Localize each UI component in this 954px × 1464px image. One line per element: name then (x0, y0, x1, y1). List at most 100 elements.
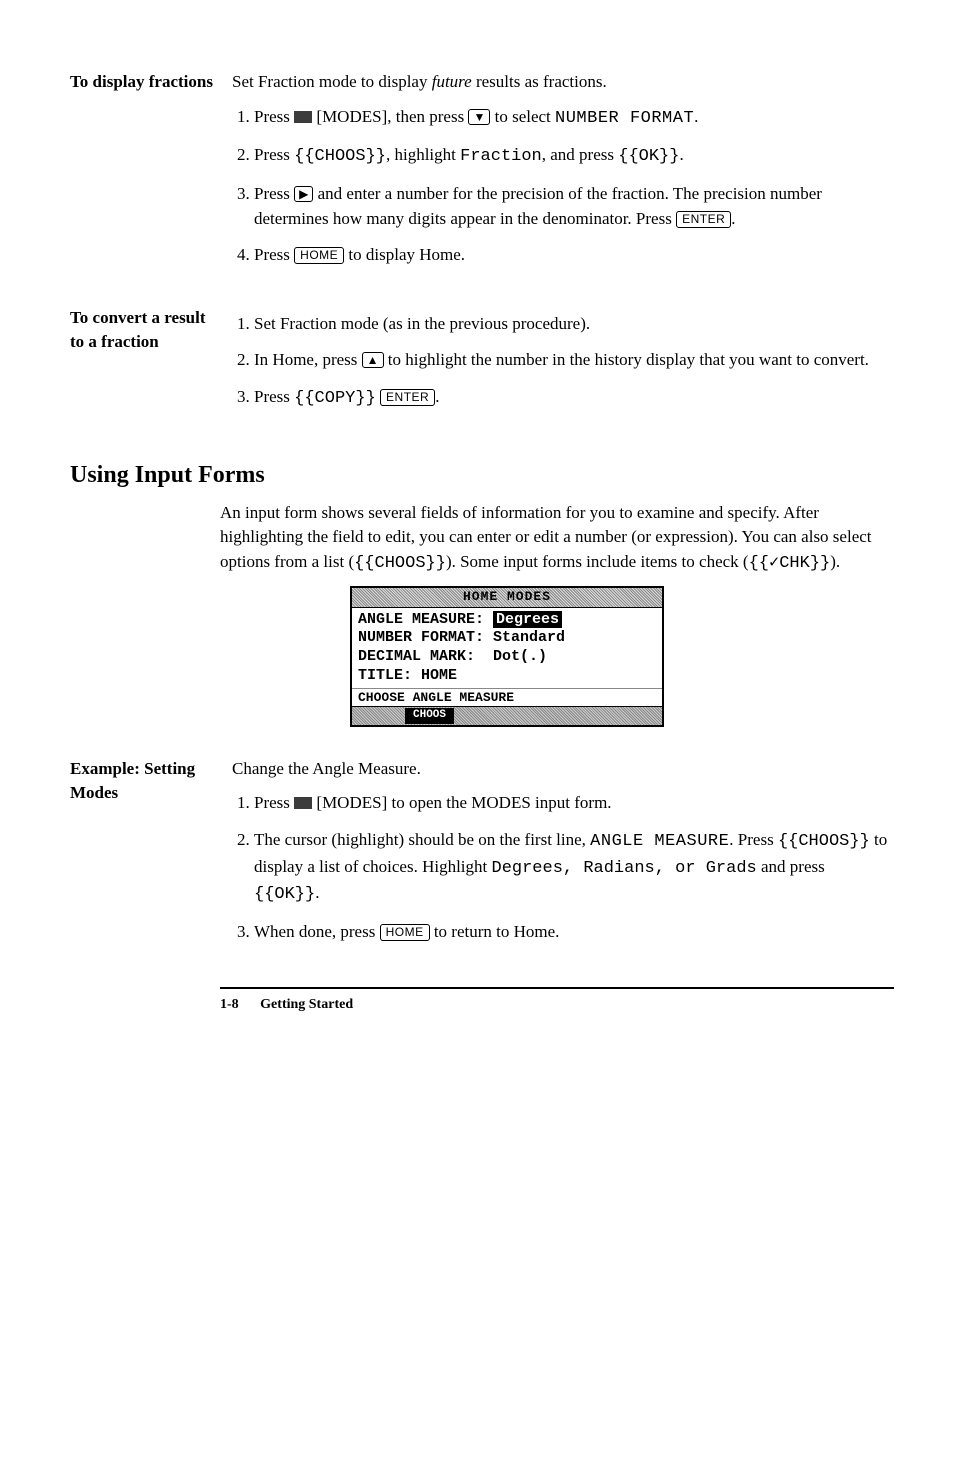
text: , then press (387, 107, 468, 126)
copy-softkey: {{COPY}} (294, 389, 376, 408)
page-number: 1-8 (220, 997, 239, 1012)
step-3: Press ▶ and enter a number for the preci… (254, 182, 894, 231)
fraction-option: Fraction (460, 147, 542, 166)
text: to select (490, 107, 555, 126)
steps-example: Press [MODES] to open the MODES input fo… (232, 791, 894, 944)
text: Press (254, 245, 294, 264)
text: , highlight (386, 145, 460, 164)
field-label: DECIMAL MARK: (358, 648, 475, 665)
paragraph-input-forms: An input form shows several fields of in… (220, 501, 894, 577)
sidehead-display-fractions: To display fractions (70, 70, 232, 280)
field-value: Dot(.) (493, 648, 547, 665)
text: to return to Home. (430, 922, 560, 941)
shift-key-icon (294, 111, 312, 123)
text: In Home, press (254, 350, 362, 369)
screen-line-title: TITLE: HOME (358, 667, 656, 686)
angle-measure-label: ANGLE MEASURE (590, 832, 729, 851)
field-value-highlighted: Degrees (493, 611, 562, 628)
softkey-4 (508, 708, 558, 724)
softkey-2: CHOOS (405, 708, 455, 724)
softkey-1 (353, 708, 403, 724)
enter-key-icon: ENTER (380, 389, 435, 406)
field-label: TITLE: (358, 667, 412, 684)
text: Press (254, 387, 294, 406)
intro-display-fractions: Set Fraction mode to display future resu… (232, 70, 894, 95)
steps-convert-fraction: Set Fraction mode (as in the previous pr… (232, 312, 894, 412)
softkey-3 (456, 708, 506, 724)
shift-key-icon (294, 797, 312, 809)
right-arrow-key-icon: ▶ (294, 186, 313, 202)
step-3: When done, press HOME to return to Home. (254, 920, 894, 945)
emphasis-future: future (432, 72, 472, 91)
text: . (315, 883, 319, 902)
ok-softkey: {{OK}} (254, 885, 315, 904)
step-4: Press HOME to display Home. (254, 243, 894, 268)
text: Press (254, 145, 294, 164)
modes-key-label: [MODES] (312, 793, 387, 812)
step-2: Press {{CHOOS}}, highlight Fraction, and… (254, 143, 894, 170)
screen-line-number: NUMBER FORMAT: Standard (358, 629, 656, 648)
field-label: ANGLE MEASURE: (358, 611, 484, 628)
body-convert-fraction: Set Fraction mode (as in the previous pr… (232, 306, 894, 424)
text: When done, press (254, 922, 380, 941)
chk-softkey: {{✓CHK}} (749, 554, 831, 573)
softkey-5 (560, 708, 610, 724)
step-1: Press [MODES] to open the MODES input fo… (254, 791, 894, 816)
calculator-screen: HOME MODES ANGLE MEASURE: Degrees NUMBER… (350, 586, 894, 726)
field-value: Standard (493, 629, 565, 646)
text: ). Some input forms include items to che… (446, 552, 749, 571)
screen-body: ANGLE MEASURE: Degrees NUMBER FORMAT: St… (352, 608, 662, 688)
footer-rule (220, 987, 894, 989)
intro-using-input-forms: An input form shows several fields of in… (220, 501, 894, 727)
text: and press (757, 857, 825, 876)
step-2: In Home, press ▲ to highlight the number… (254, 348, 894, 373)
screen-line-angle: ANGLE MEASURE: Degrees (358, 611, 656, 630)
home-key-icon: HOME (294, 247, 344, 264)
ok-softkey: {{OK}} (618, 147, 679, 166)
text: The cursor (highlight) should be on the … (254, 830, 590, 849)
text: . (435, 387, 439, 406)
body-example: Change the Angle Measure. Press [MODES] … (232, 757, 894, 957)
enter-key-icon: ENTER (676, 211, 731, 228)
text: Set Fraction mode to display (232, 72, 432, 91)
text: and enter a number for the precision of … (254, 184, 822, 228)
step-2: The cursor (highlight) should be on the … (254, 828, 894, 908)
text: Press (254, 793, 294, 812)
text: . (694, 107, 698, 126)
text: results as fractions. (472, 72, 607, 91)
up-arrow-key-icon: ▲ (362, 352, 384, 368)
choos-softkey: {{CHOOS}} (354, 554, 446, 573)
text: to open the MODES input form. (387, 793, 611, 812)
text: to display Home. (344, 245, 465, 264)
choos-softkey: {{CHOOS}} (294, 147, 386, 166)
text: Press (254, 184, 294, 203)
screen-hint: CHOOSE ANGLE MEASURE (352, 688, 662, 706)
steps-display-fractions: Press [MODES], then press ▼ to select NU… (232, 105, 894, 268)
text: . Press (729, 830, 778, 849)
heading-using-input-forms: Using Input Forms (70, 458, 894, 493)
field-label: NUMBER FORMAT: (358, 629, 484, 646)
field-value: HOME (421, 667, 457, 684)
text: . (731, 209, 735, 228)
text: to highlight the number in the history d… (384, 350, 869, 369)
section-example-setting-modes: Example: Setting Modes Change the Angle … (70, 757, 894, 957)
screen-title: HOME MODES (352, 588, 662, 607)
intro-example: Change the Angle Measure. (232, 757, 894, 782)
sidehead-example: Example: Setting Modes (70, 757, 232, 957)
screen-softkeys: CHOOS (352, 706, 662, 725)
choos-softkey: {{CHOOS}} (778, 832, 870, 851)
down-arrow-key-icon: ▼ (468, 109, 490, 125)
page-footer: 1-8 Getting Started (220, 995, 894, 1015)
chapter-title: Getting Started (260, 997, 353, 1012)
section-convert-fraction: To convert a result to a fraction Set Fr… (70, 306, 894, 424)
angle-options: Degrees, Radians, or Grads (492, 859, 757, 878)
text: , and press (542, 145, 618, 164)
step-3: Press {{COPY}} ENTER. (254, 385, 894, 412)
text: Press (254, 107, 294, 126)
softkey-6 (611, 708, 661, 724)
modes-key-label: [MODES] (312, 107, 387, 126)
home-key-icon: HOME (380, 924, 430, 941)
text: ). (830, 552, 840, 571)
section-display-fractions: To display fractions Set Fraction mode t… (70, 70, 894, 280)
step-1: Set Fraction mode (as in the previous pr… (254, 312, 894, 337)
